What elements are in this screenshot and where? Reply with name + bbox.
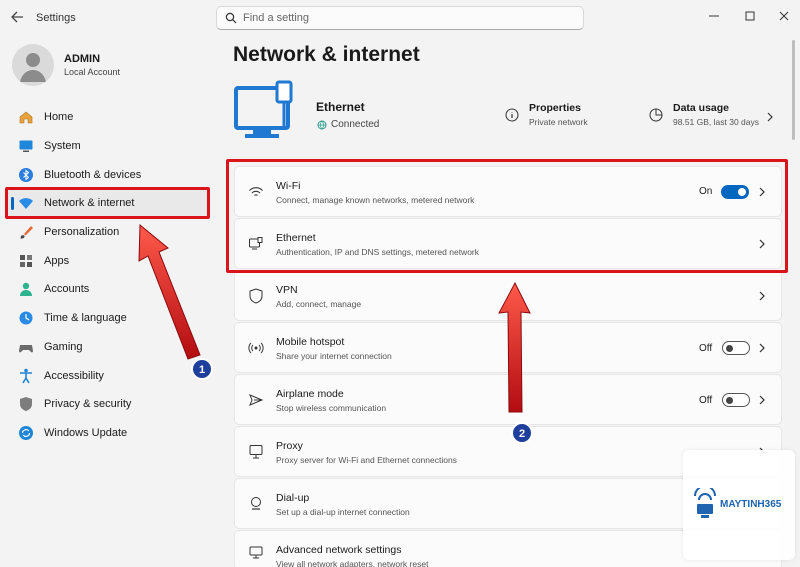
marker-2: 2 <box>511 422 533 444</box>
annotation-arrows: 1 2 <box>138 223 533 444</box>
scrollbar[interactable] <box>792 40 795 140</box>
arrow-2 <box>498 281 531 413</box>
marker-2-label: 2 <box>519 428 525 440</box>
marker-1: 1 <box>191 358 213 380</box>
marker-1-label: 1 <box>199 364 205 376</box>
brand-logo-icon <box>694 488 716 518</box>
arrow-1 <box>138 223 201 360</box>
brand-name: MAYTINH365 <box>720 499 782 510</box>
brand-watermark: MAYTINH365 <box>683 450 795 560</box>
